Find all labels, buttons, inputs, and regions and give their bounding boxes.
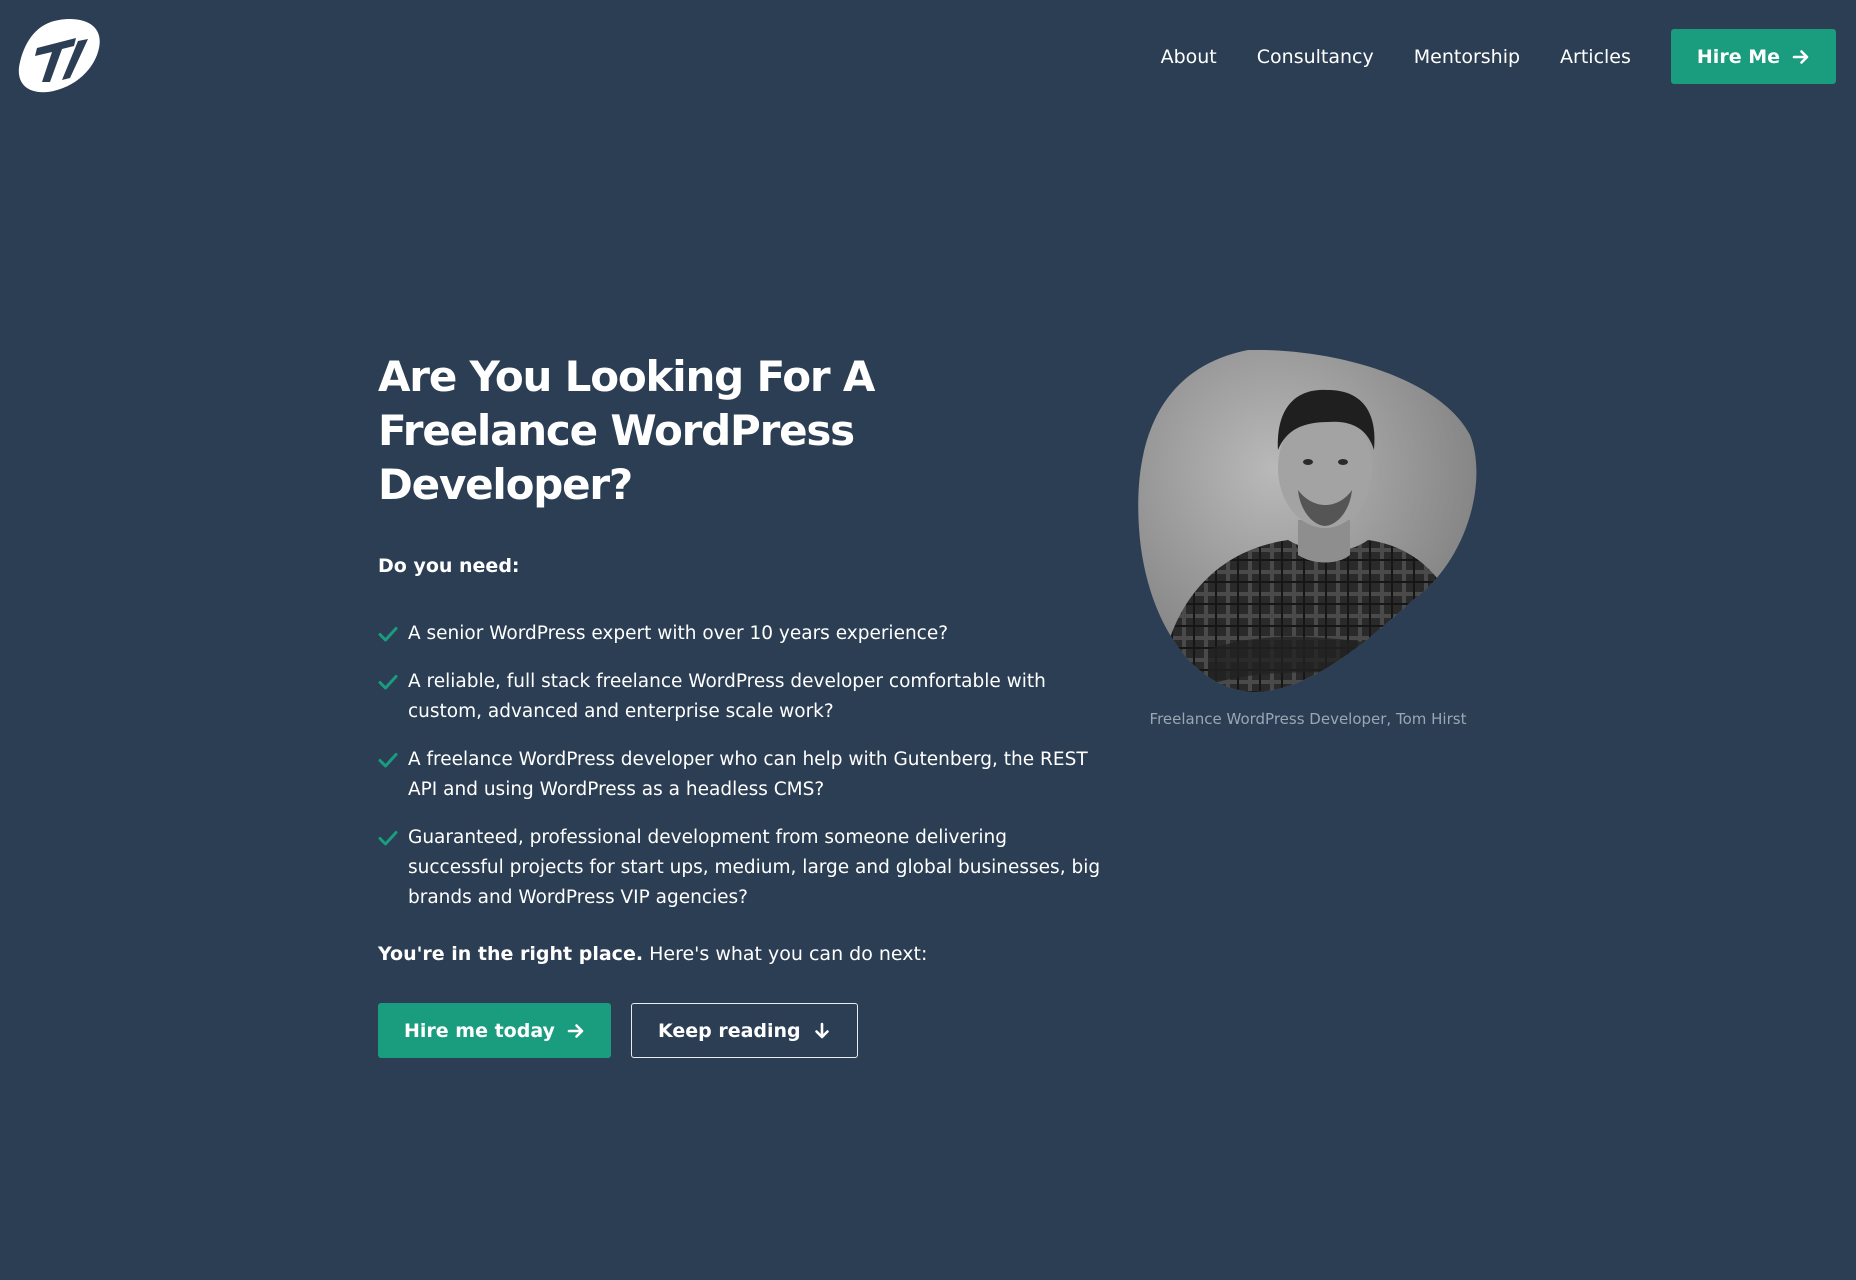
nav-articles[interactable]: Articles <box>1560 46 1631 68</box>
hire-me-today-button[interactable]: Hire me today <box>378 1003 611 1058</box>
cta-row: Hire me today Keep reading <box>378 1003 1103 1058</box>
portrait-figure: Freelance WordPress Developer, Tom Hirst <box>1138 350 1478 728</box>
list-item-text: A reliable, full stack freelance WordPre… <box>408 671 1046 722</box>
list-item: Guaranteed, professional development fro… <box>378 823 1103 913</box>
main-nav: About Consultancy Mentorship Articles Hi… <box>1161 29 1836 84</box>
next-steps-strong: You're in the right place. <box>378 943 644 965</box>
arrow-right-icon <box>567 1023 584 1038</box>
benefits-list: A senior WordPress expert with over 10 y… <box>378 619 1103 913</box>
nav-about[interactable]: About <box>1161 46 1217 68</box>
hero-section: Are You Looking For A Freelance WordPres… <box>378 350 1103 1058</box>
list-item-text: A freelance WordPress developer who can … <box>408 749 1088 800</box>
check-icon <box>378 675 398 690</box>
site-header: About Consultancy Mentorship Articles Hi… <box>0 0 1856 112</box>
check-icon <box>378 627 398 642</box>
list-item: A reliable, full stack freelance WordPre… <box>378 667 1103 727</box>
list-item: A senior WordPress expert with over 10 y… <box>378 619 1103 649</box>
hire-me-label: Hire Me <box>1696 45 1780 68</box>
next-steps-text: You're in the right place. Here's what y… <box>378 943 1103 965</box>
arrow-right-icon <box>1792 49 1809 64</box>
intro-text: Do you need: <box>378 555 520 577</box>
hire-me-button[interactable]: Hire Me <box>1670 29 1836 84</box>
portrait-caption: Freelance WordPress Developer, Tom Hirst <box>1149 710 1467 728</box>
check-icon <box>378 831 398 846</box>
nav-consultancy[interactable]: Consultancy <box>1257 46 1374 68</box>
list-item-text: Guaranteed, professional development fro… <box>408 827 1101 908</box>
hire-me-today-label: Hire me today <box>404 1019 555 1042</box>
keep-reading-button[interactable]: Keep reading <box>630 1003 858 1058</box>
logo-icon[interactable] <box>18 18 100 94</box>
arrow-down-icon <box>814 1022 829 1038</box>
list-item: A freelance WordPress developer who can … <box>378 745 1103 805</box>
page-title: Are You Looking For A Freelance WordPres… <box>378 352 875 509</box>
list-item-text: A senior WordPress expert with over 10 y… <box>408 623 949 644</box>
portrait-photo <box>1138 350 1477 692</box>
next-steps-rest: Here's what you can do next: <box>643 943 928 965</box>
check-icon <box>378 753 398 768</box>
nav-mentorship[interactable]: Mentorship <box>1414 46 1520 68</box>
keep-reading-label: Keep reading <box>657 1019 801 1042</box>
